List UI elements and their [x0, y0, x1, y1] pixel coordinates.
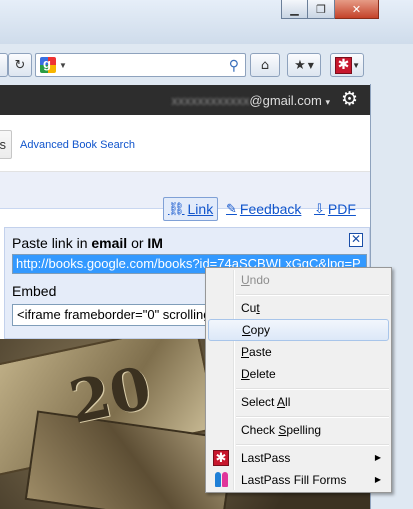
- search-icon[interactable]: ⚲: [229, 57, 239, 74]
- or-word: or: [127, 235, 148, 251]
- menu-item-lastpass-fill-forms[interactable]: LastPass Fill Forms ▶: [208, 469, 389, 491]
- paste-mnemonic: P: [241, 345, 250, 359]
- link-label: Link: [187, 201, 214, 217]
- undo-rest: ndo: [249, 273, 270, 287]
- delete-rest: elete: [249, 367, 276, 381]
- check-spelling-rest: pelling: [286, 423, 322, 437]
- cut-prefix: Cu: [241, 301, 257, 315]
- minimize-icon: ▁: [290, 2, 299, 16]
- search-books-button[interactable]: s: [0, 130, 12, 159]
- reload-icon: ↻: [14, 57, 26, 73]
- paste-rest: aste: [249, 345, 272, 359]
- select-all-mnemonic: A: [277, 395, 286, 409]
- pencil-icon: ✎: [226, 201, 237, 217]
- menu-item-select-all[interactable]: Select All: [208, 391, 389, 413]
- menu-item-lastpass[interactable]: ✱ LastPass ▶: [208, 447, 389, 469]
- select-all-prefix: Select: [241, 395, 278, 409]
- chain-link-icon: ⛓: [168, 201, 185, 217]
- chevron-down-icon: ▼: [352, 61, 360, 70]
- menu-separator: [236, 416, 389, 418]
- account-menu[interactable]: xxxxxxxxxxxx@gmail.com ▾: [171, 93, 330, 108]
- menu-item-check-spelling[interactable]: Check Spelling: [208, 419, 389, 441]
- chevron-down-icon[interactable]: ▼: [59, 61, 67, 70]
- account-name-blurred: xxxxxxxxxxxx: [171, 93, 250, 108]
- menu-separator: [236, 388, 389, 390]
- undo-mnemonic: U: [241, 273, 250, 287]
- close-window-button[interactable]: ✕: [335, 0, 379, 19]
- cut-mnemonic: t: [256, 301, 260, 315]
- navigation-toolbar: ↻ ▼ ⚲ ⌂ ★▼ ✱ ▼: [0, 50, 370, 80]
- copy-rest: opy: [250, 323, 271, 337]
- pdf-download-link[interactable]: ⇩ PDF: [310, 197, 360, 221]
- close-icon: ✕: [351, 2, 362, 16]
- search-input[interactable]: ▼ ⚲: [35, 53, 246, 77]
- menu-separator: [236, 444, 389, 446]
- account-email: @gmail.com: [249, 93, 322, 108]
- restore-icon: ❐: [316, 2, 326, 16]
- home-icon: ⌂: [260, 57, 270, 73]
- check-spelling-prefix: Check: [241, 423, 279, 437]
- browser-titlebar: ▁ ❐ ✕: [0, 0, 413, 44]
- chevron-down-icon: ▼: [307, 60, 314, 70]
- link-tool-button[interactable]: ⛓ Link: [163, 197, 219, 221]
- reload-button[interactable]: ↻: [8, 53, 32, 77]
- lastpass-toolbar-button[interactable]: ✱ ▼: [330, 53, 364, 77]
- minimize-button[interactable]: ▁: [281, 0, 308, 19]
- fill-forms-icon: [213, 472, 229, 488]
- select-all-rest: ll: [285, 395, 291, 409]
- feedback-label: Feedback: [239, 201, 302, 217]
- submenu-arrow-icon: ▶: [374, 453, 381, 462]
- google-account-bar: xxxxxxxxxxxx@gmail.com ▾ ⚙: [0, 85, 370, 115]
- menu-item-undo[interactable]: Undo: [208, 269, 389, 291]
- book-tools: ⛓ Link ✎ Feedback ⇩ PDF: [0, 195, 370, 225]
- home-button[interactable]: ⌂: [250, 53, 280, 77]
- lastpass-icon: ✱: [213, 450, 229, 466]
- gear-icon[interactable]: ⚙: [341, 88, 358, 110]
- menu-item-cut[interactable]: Cut: [208, 297, 389, 319]
- lastpass-label: LastPass: [241, 451, 291, 465]
- search-row: s Advanced Book Search: [0, 115, 370, 172]
- embed-label: Embed: [12, 283, 57, 299]
- menu-item-delete[interactable]: Delete: [208, 363, 389, 385]
- bookmark-star-icon: ★: [294, 57, 306, 73]
- copy-mnemonic: C: [242, 323, 251, 337]
- pdf-label: PDF: [327, 201, 356, 217]
- download-arrow-icon: ⇩: [314, 201, 325, 217]
- paste-prefix: Paste link in: [12, 235, 92, 251]
- paste-link-label: Paste link in email or IM: [12, 235, 163, 251]
- email-word: email: [91, 235, 128, 251]
- fill-forms-label: LastPass Fill Forms: [241, 473, 347, 487]
- google-search-engine-icon[interactable]: [40, 56, 56, 73]
- close-panel-button[interactable]: ✕: [349, 233, 363, 247]
- bookmarks-button[interactable]: ★ ▼: [287, 53, 321, 77]
- lastpass-icon: ✱: [335, 57, 352, 74]
- menu-separator: [236, 294, 389, 296]
- advanced-book-search-link[interactable]: Advanced Book Search: [20, 139, 135, 151]
- close-icon: ✕: [350, 232, 362, 246]
- menu-item-copy[interactable]: Copy: [208, 319, 389, 341]
- window-controls: ▁ ❐ ✕: [281, 0, 379, 19]
- menu-item-paste[interactable]: Paste: [208, 341, 389, 363]
- reload-split-button[interactable]: [0, 53, 8, 77]
- context-menu: Undo Cut Copy Paste Delete Select All Ch…: [205, 267, 392, 493]
- submenu-arrow-icon: ▶: [374, 475, 381, 484]
- delete-mnemonic: D: [241, 367, 250, 381]
- restore-button[interactable]: ❐: [308, 0, 335, 19]
- im-word: IM: [147, 235, 163, 251]
- feedback-link[interactable]: ✎ Feedback: [222, 197, 305, 221]
- chevron-down-icon: ▾: [325, 97, 330, 107]
